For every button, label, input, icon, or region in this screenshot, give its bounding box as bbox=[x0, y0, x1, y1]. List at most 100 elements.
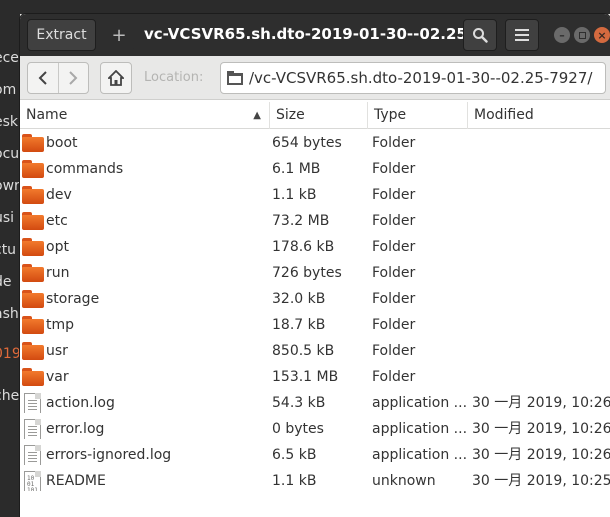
window-title: vc-VCSVR65.sh.dto-2019-01-30--02.25-7927… bbox=[144, 25, 464, 43]
minimize-button[interactable]: – bbox=[554, 27, 570, 43]
column-modified[interactable]: Modified bbox=[468, 102, 610, 129]
file-modified bbox=[472, 130, 610, 156]
file-modified bbox=[472, 182, 610, 208]
location-field[interactable]: /vc-VCSVR65.sh.dto-2019-01-30--02.25-792… bbox=[220, 62, 606, 94]
file-type: application ... bbox=[372, 447, 468, 463]
file-name: error.log bbox=[46, 421, 105, 437]
file-modified bbox=[472, 312, 610, 338]
new-tab-button[interactable]: + bbox=[104, 19, 134, 51]
folder-icon bbox=[22, 185, 44, 205]
file-size: 6.1 MB bbox=[272, 161, 321, 177]
file-modified bbox=[472, 234, 610, 260]
file-modified bbox=[472, 364, 610, 390]
file-type: Folder bbox=[372, 161, 416, 177]
maximize-button[interactable] bbox=[574, 27, 590, 43]
file-row[interactable]: dev 1.1 kB Folder bbox=[20, 182, 610, 208]
file-row[interactable]: 10 01 101 README 1.1 kB unknown 30 一月 2019, 10… bbox=[20, 468, 610, 494]
column-type-label: Type bbox=[374, 107, 407, 123]
peek-text: de bbox=[0, 274, 12, 290]
file-row[interactable]: commands 6.1 MB Folder bbox=[20, 156, 610, 182]
column-name-label: Name bbox=[26, 107, 68, 123]
file-row[interactable]: boot 654 bytes Folder bbox=[20, 130, 610, 156]
file-size: 654 bytes bbox=[272, 135, 342, 151]
file-modified: 30 一月 2019, 10:25 bbox=[472, 473, 610, 489]
home-button[interactable] bbox=[100, 62, 132, 94]
text-file-icon bbox=[22, 445, 44, 465]
file-modified bbox=[472, 338, 610, 364]
file-size: 850.5 kB bbox=[272, 343, 335, 359]
file-type: Folder bbox=[372, 369, 416, 385]
navigation-bar: Location: /vc-VCSVR65.sh.dto-2019-01-30-… bbox=[20, 56, 610, 100]
folder-icon bbox=[22, 211, 44, 231]
file-size: 73.2 MB bbox=[272, 213, 330, 229]
file-modified: 30 一月 2019, 10:26 bbox=[472, 421, 610, 437]
file-type: application ... bbox=[372, 421, 468, 437]
forward-button[interactable] bbox=[57, 63, 88, 93]
file-row[interactable]: run 726 bytes Folder bbox=[20, 260, 610, 286]
file-name: usr bbox=[46, 343, 68, 359]
extract-button[interactable]: Extract bbox=[27, 19, 96, 51]
binary-file-icon: 10 01 101 bbox=[22, 471, 44, 491]
column-size-label: Size bbox=[276, 107, 305, 123]
peek-text: ash bbox=[0, 306, 19, 322]
column-name[interactable]: Name ▲ bbox=[20, 102, 270, 129]
peek-text: ocu bbox=[0, 146, 20, 162]
file-row[interactable]: usr 850.5 kB Folder bbox=[20, 338, 610, 364]
search-button[interactable] bbox=[463, 19, 497, 51]
file-type: application ... bbox=[372, 395, 468, 411]
file-size: 18.7 kB bbox=[272, 317, 326, 333]
column-size[interactable]: Size bbox=[270, 102, 368, 129]
back-button[interactable] bbox=[28, 63, 58, 93]
peek-text: usi bbox=[0, 210, 15, 226]
file-row[interactable]: storage 32.0 kB Folder bbox=[20, 286, 610, 312]
folder-icon bbox=[22, 315, 44, 335]
hamburger-menu-icon bbox=[515, 29, 529, 41]
file-size: 153.1 MB bbox=[272, 369, 339, 385]
file-row[interactable]: opt 178.6 kB Folder bbox=[20, 234, 610, 260]
file-name: storage bbox=[46, 291, 100, 307]
file-row[interactable]: var 153.1 MB Folder bbox=[20, 364, 610, 390]
peek-text: ctu bbox=[0, 242, 17, 258]
file-type: unknown bbox=[372, 473, 436, 489]
close-button[interactable]: × bbox=[594, 27, 610, 43]
column-type[interactable]: Type bbox=[368, 102, 468, 129]
titlebar: Extract + vc-VCSVR65.sh.dto-2019-01-30--… bbox=[20, 14, 610, 56]
file-row[interactable]: error.log 0 bytes application ... 30 一月 201… bbox=[20, 416, 610, 442]
file-name: opt bbox=[46, 239, 69, 255]
peek-text: ece bbox=[0, 50, 19, 66]
file-row[interactable]: tmp 18.7 kB Folder bbox=[20, 312, 610, 338]
folder-icon bbox=[22, 289, 44, 309]
chevron-left-icon bbox=[38, 71, 47, 85]
file-name: etc bbox=[46, 213, 68, 229]
file-size: 6.5 kB bbox=[272, 447, 317, 463]
desktop-top bbox=[0, 0, 610, 14]
file-type: Folder bbox=[372, 239, 416, 255]
file-size: 1.1 kB bbox=[272, 473, 317, 489]
file-type: Folder bbox=[372, 265, 416, 281]
file-name: dev bbox=[46, 187, 72, 203]
maximize-icon bbox=[578, 31, 586, 39]
file-name: run bbox=[46, 265, 70, 281]
peek-text: 019 bbox=[0, 346, 21, 362]
file-row[interactable]: action.log 54.3 kB application ... 30 一月 20… bbox=[20, 390, 610, 416]
file-row[interactable]: errors-ignored.log 6.5 kB application ... 3… bbox=[20, 442, 610, 468]
history-buttons bbox=[27, 62, 89, 94]
file-type: Folder bbox=[372, 291, 416, 307]
folder-icon bbox=[22, 133, 44, 153]
column-header: Name ▲ Size Type Modified bbox=[20, 102, 610, 129]
file-modified: 30 一月 2019, 10:26 bbox=[472, 395, 610, 411]
file-name: README bbox=[46, 473, 106, 489]
file-row[interactable]: etc 73.2 MB Folder bbox=[20, 208, 610, 234]
file-size: 54.3 kB bbox=[272, 395, 326, 411]
file-size: 726 bytes bbox=[272, 265, 342, 281]
text-file-icon bbox=[22, 419, 44, 439]
screen: ece om esk ocu owr usi ctu de ash 019 ch… bbox=[0, 0, 610, 517]
file-type: Folder bbox=[372, 317, 416, 333]
folder-icon bbox=[227, 71, 243, 85]
folder-icon bbox=[22, 237, 44, 257]
file-size: 178.6 kB bbox=[272, 239, 335, 255]
folder-icon bbox=[22, 263, 44, 283]
home-icon bbox=[108, 70, 124, 86]
file-size: 32.0 kB bbox=[272, 291, 326, 307]
menu-button[interactable] bbox=[505, 19, 539, 51]
